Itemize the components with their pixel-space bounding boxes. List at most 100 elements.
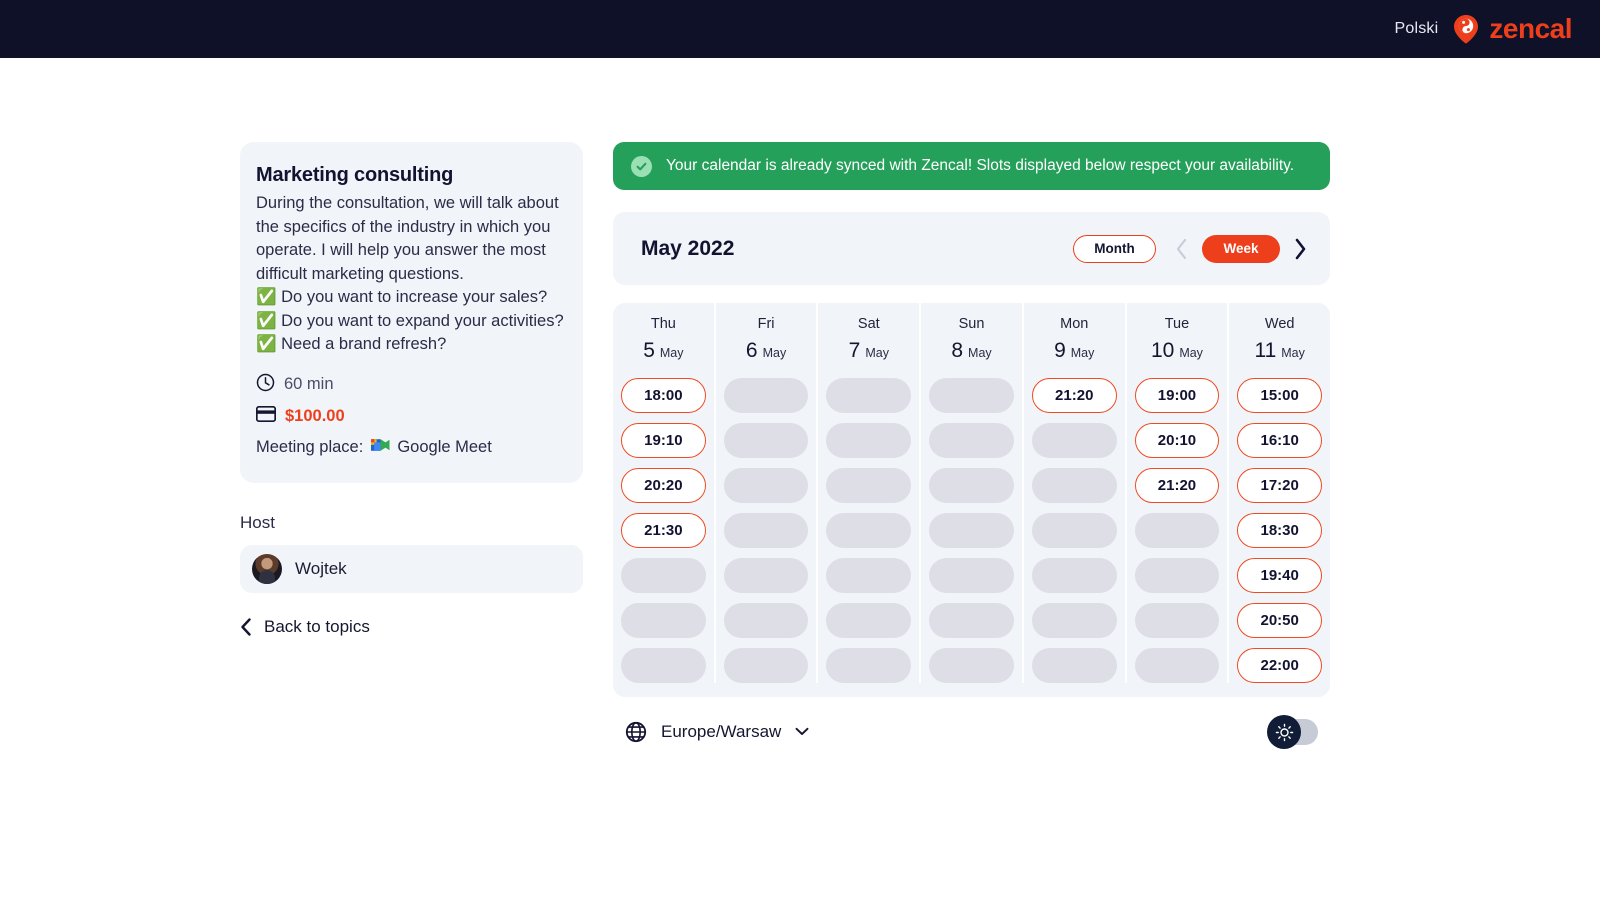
zencal-logo[interactable]: zencal xyxy=(1452,14,1572,44)
host-card: Wojtek xyxy=(240,544,583,593)
time-slot-list xyxy=(723,376,809,683)
time-slot-list xyxy=(929,376,1014,683)
day-of-week-label: Sat xyxy=(857,316,880,332)
time-slot-placeholder xyxy=(723,423,809,458)
calendar-sync-banner: Your calendar is already synced with Zen… xyxy=(613,142,1330,190)
day-number: 9 xyxy=(1054,339,1066,362)
day-number: 10 xyxy=(1150,339,1175,362)
check-emoji-icon: ✅ xyxy=(256,311,277,330)
day-of-week-label: Mon xyxy=(1060,316,1089,332)
day-column: Thu 5 May 18:00 19:10 20:20 21:30 xyxy=(613,303,716,683)
time-slot-button[interactable]: 20:50 xyxy=(1237,603,1323,638)
time-slot-placeholder xyxy=(723,378,809,413)
time-slot-placeholder xyxy=(1134,603,1220,638)
time-slot-placeholder xyxy=(826,468,912,503)
day-month-label: May xyxy=(1281,346,1305,360)
day-date-row: 8 May xyxy=(929,339,1014,363)
host-section-label: Host xyxy=(240,512,275,532)
day-header: Sat 7 May xyxy=(826,303,911,376)
time-slot-button[interactable]: 18:30 xyxy=(1237,513,1323,548)
day-column: Wed 11 May 15:00 16:10 17:20 18:30 19:40 20:50 22… xyxy=(1229,303,1330,683)
event-info-card: Marketing consulting During the consulta… xyxy=(240,142,583,483)
week-view-button[interactable]: Week xyxy=(1202,234,1280,263)
day-number: 6 xyxy=(745,339,758,362)
time-slot-placeholder xyxy=(826,603,912,638)
time-slot-button[interactable]: 19:40 xyxy=(1237,558,1323,593)
banner-text: Your calendar is already synced with Zen… xyxy=(666,157,1295,174)
day-column: Mon 9 May 21:20 xyxy=(1024,303,1127,683)
time-slot-placeholder xyxy=(723,558,809,593)
duration-value: 60 min xyxy=(284,375,334,393)
event-bullet-2: Need a brand refresh? xyxy=(281,335,447,353)
day-of-week-label: Sun xyxy=(958,316,985,332)
day-date-row: 7 May xyxy=(826,339,911,363)
month-view-button[interactable]: Month xyxy=(1073,234,1156,263)
day-of-week-label: Thu xyxy=(650,316,676,332)
calendar-footer: Europe/Warsaw xyxy=(613,715,1330,749)
day-column: Fri 6 May xyxy=(716,303,819,683)
calendar-title: May 2022 xyxy=(641,236,735,260)
language-selector[interactable]: Polski xyxy=(1395,20,1439,38)
day-date-row: 11 May xyxy=(1237,339,1322,363)
time-slot-placeholder xyxy=(723,513,809,548)
booking-panel: Your calendar is already synced with Zen… xyxy=(613,142,1330,749)
day-number: 5 xyxy=(643,339,655,362)
day-of-week-label: Tue xyxy=(1164,316,1190,332)
time-slot-placeholder xyxy=(826,648,912,683)
time-slot-button[interactable]: 21:20 xyxy=(1031,378,1117,413)
day-of-week-label: Wed xyxy=(1264,316,1295,332)
day-of-week-label: Fri xyxy=(757,316,775,332)
time-slot-list xyxy=(826,376,912,683)
day-number: 7 xyxy=(848,339,861,362)
time-slot-placeholder xyxy=(929,423,1014,458)
page-body: Marketing consulting During the consulta… xyxy=(0,58,1600,749)
time-slot-placeholder xyxy=(929,603,1014,638)
time-slot-button[interactable]: 17:20 xyxy=(1237,468,1323,503)
back-to-topics-link[interactable]: Back to topics xyxy=(240,617,583,637)
time-slot-button[interactable]: 21:20 xyxy=(1134,468,1220,503)
time-slot-placeholder xyxy=(1031,648,1117,683)
top-bar: Polski zencal xyxy=(0,0,1600,58)
day-column: Sun 8 May xyxy=(921,303,1024,683)
time-slot-placeholder xyxy=(1031,423,1117,458)
meeting-place-value: Google Meet xyxy=(397,437,492,456)
host-name: Wojtek xyxy=(295,558,347,578)
time-slot-placeholder xyxy=(929,648,1014,683)
time-slot-placeholder xyxy=(621,648,706,683)
time-slot-button[interactable]: 19:00 xyxy=(1134,378,1220,413)
time-slot-button[interactable]: 15:00 xyxy=(1237,378,1323,413)
previous-week-button[interactable] xyxy=(1174,238,1189,260)
timezone-selector[interactable]: Europe/Warsaw xyxy=(625,721,809,743)
time-slot-button[interactable]: 22:00 xyxy=(1237,648,1323,683)
time-slot-button[interactable]: 21:30 xyxy=(621,513,706,548)
time-slot-placeholder xyxy=(1031,603,1117,638)
event-description-paragraph: During the consultation, we will talk ab… xyxy=(256,194,559,283)
day-number: 11 xyxy=(1254,339,1277,362)
time-slot-placeholder xyxy=(1031,468,1117,503)
clock-icon xyxy=(256,373,275,397)
calendar-week-grid: Thu 5 May 18:00 19:10 20:20 21:30 Fri 6 May Sat 7 Ma… xyxy=(613,303,1330,697)
check-circle-icon xyxy=(631,155,652,177)
event-description: During the consultation, we will talk ab… xyxy=(256,192,565,357)
globe-icon xyxy=(625,721,647,743)
week-navigation: Week xyxy=(1174,234,1308,263)
time-slot-button[interactable]: 19:10 xyxy=(621,423,706,458)
day-header: Mon 9 May xyxy=(1032,303,1117,376)
zencal-pin-icon xyxy=(1452,14,1480,44)
theme-toggle[interactable] xyxy=(1267,715,1318,749)
day-number: 8 xyxy=(951,339,964,362)
calendar-controls: Month Week xyxy=(1073,234,1308,263)
time-slot-button[interactable]: 16:10 xyxy=(1237,423,1323,458)
day-column: Tue 10 May 19:00 20:10 21:20 xyxy=(1127,303,1230,683)
time-slot-button[interactable]: 18:00 xyxy=(621,378,706,413)
event-bullet-1: Do you want to expand your activities? xyxy=(281,311,564,330)
time-slot-placeholder xyxy=(1134,513,1220,548)
time-slot-placeholder xyxy=(826,513,912,548)
meeting-place-label: Meeting place: xyxy=(256,437,364,456)
next-week-button[interactable] xyxy=(1293,238,1308,260)
time-slot-button[interactable]: 20:20 xyxy=(621,468,706,503)
day-month-label: May xyxy=(762,346,787,360)
day-header: Tue 10 May xyxy=(1135,303,1220,376)
time-slot-button[interactable]: 20:10 xyxy=(1134,423,1220,458)
sun-icon xyxy=(1267,715,1301,749)
